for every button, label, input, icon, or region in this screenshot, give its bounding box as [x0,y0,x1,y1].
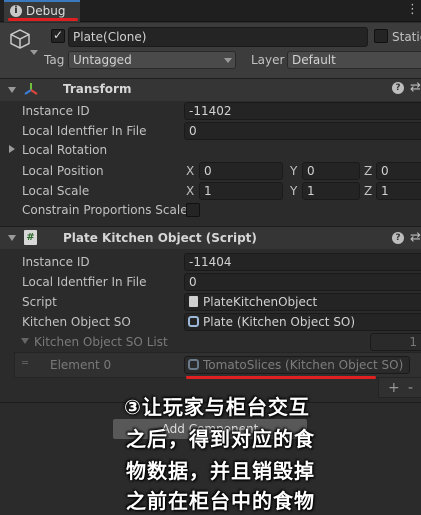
position-z-field[interactable]: 0 [376,162,421,180]
script-foldout-icon[interactable] [8,235,16,241]
scale-x-axis[interactable]: X [186,184,194,198]
drag-handle-icon[interactable]: ═ [22,358,28,369]
settings-sliders-icon[interactable]: ⇄ [410,230,421,245]
settings-sliders-icon[interactable]: ⇄ [410,80,421,95]
script-value: PlateKitchenObject [203,295,318,309]
element-label: Element 0 [50,358,112,372]
element-field[interactable]: TomatoSlices (Kitchen Object SO) [184,356,410,374]
local-id-label: Local Identfier In File [22,124,147,138]
object-name-field[interactable]: Plate(Clone) [68,27,368,47]
constrain-checkbox[interactable] [186,203,200,217]
help-icon[interactable]: ? [392,232,404,244]
cube-icon[interactable] [9,28,31,50]
kitchen-object-so-field[interactable]: Plate (Kitchen Object SO) [184,313,421,331]
local-scale-label: Local Scale [22,184,90,198]
instance-id-label: Instance ID [22,104,90,118]
local-id-field[interactable]: 0 [184,122,421,140]
scriptable-object-icon [188,359,199,370]
script-label: Script [22,295,57,309]
position-x-axis[interactable]: X [186,164,194,178]
element-value: TomatoSlices (Kitchen Object SO) [203,358,404,372]
constrain-label: Constrain Proportions Scale [22,203,188,217]
position-y-axis[interactable]: Y [290,164,297,178]
annotation-line-3: 物数据，并且销毁掉 [126,459,315,483]
rotation-foldout-icon[interactable] [9,145,15,153]
list-foldout-icon[interactable] [21,338,29,344]
annotation-line-4: 之前在柜台中的食物 [126,489,315,513]
script-file-icon: # [24,230,37,245]
tab-label: Debug [26,4,66,18]
script-instance-id-label: Instance ID [22,255,90,269]
scale-z-field[interactable]: 1 [376,182,421,200]
kitchen-object-so-value: Plate (Kitchen Object SO) [203,315,356,329]
local-position-label: Local Position [22,164,104,178]
position-z-axis[interactable]: Z [364,164,372,178]
scriptable-object-icon [188,316,199,327]
instance-id-field[interactable]: -11402 [184,102,421,120]
script-object-field[interactable]: PlateKitchenObject [184,293,421,311]
help-icon[interactable]: ? [392,82,404,94]
scale-y-field[interactable]: 1 [302,182,360,200]
info-icon: i [10,5,22,17]
transform-axes-icon [24,83,38,95]
annotation-line-2: 之后，得到对应的食 [126,427,315,451]
list-label[interactable]: Kitchen Object SO List [34,335,168,349]
list-count: 1 [409,335,417,349]
static-checkbox[interactable] [374,29,388,43]
scale-x-field[interactable]: 1 [199,182,283,200]
red-underline [8,18,78,21]
active-checkbox[interactable]: ✓ [51,28,65,43]
tag-label: Tag [44,53,65,67]
annotation-line-1: ③让玩家与柜台交互 [124,395,310,419]
transform-foldout-icon[interactable] [8,87,16,93]
local-rotation-label[interactable]: Local Rotation [22,143,107,157]
script-asset-icon [189,296,198,307]
add-element-button[interactable]: + [388,380,400,396]
tag-chevron-down-icon [224,58,232,63]
position-y-value[interactable]: 0 [302,162,360,180]
script-instance-id-field[interactable]: -11404 [184,253,421,271]
remove-element-button[interactable]: - [408,380,413,396]
layer-value: Default [292,53,336,67]
layer-label: Layer [251,53,285,67]
red-underline-element [186,376,376,379]
tag-value: Untagged [73,53,132,67]
scale-y-axis[interactable]: Y [290,184,297,198]
layer-dropdown[interactable]: Default [287,51,421,69]
static-label: Static [392,30,421,44]
script-title: Plate Kitchen Object (Script) [63,231,257,245]
tag-dropdown[interactable]: Untagged [68,51,236,69]
window-menu-icon[interactable]: ⋮ [406,2,419,17]
list-count-field[interactable]: 1 [370,333,421,351]
script-local-id-label: Local Identfier In File [22,275,147,289]
checkmark-icon: ✓ [53,28,64,42]
position-x-field[interactable]: 0 [199,162,283,180]
scale-z-axis[interactable]: Z [364,184,372,198]
icon-dropdown-icon[interactable] [30,50,38,55]
kitchen-object-so-label: Kitchen Object SO [22,315,131,329]
script-local-id-field[interactable]: 0 [184,273,421,291]
transform-title: Transform [63,82,132,96]
